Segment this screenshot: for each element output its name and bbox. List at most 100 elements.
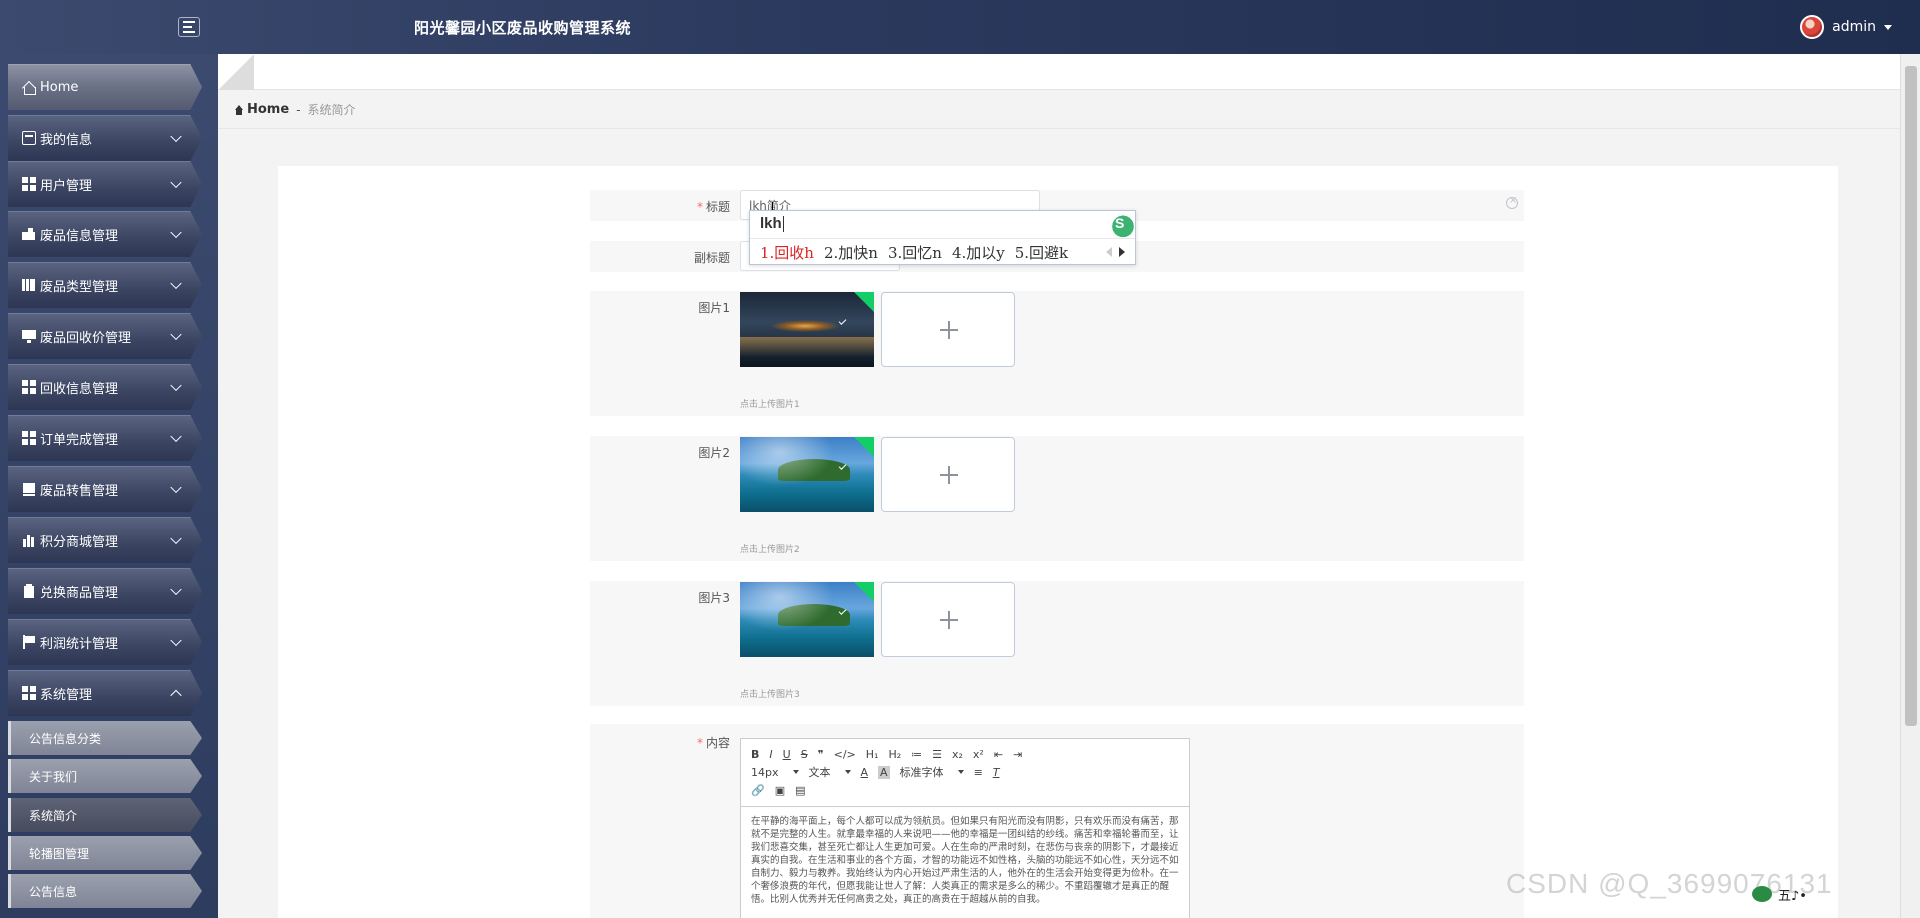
sidebar-item-label: 废品回收价管理 [40, 330, 132, 346]
chevron-down-icon [170, 277, 182, 290]
sidebar-subitem-label: 系统简介 [29, 808, 78, 823]
sidebar-subitem-carousel[interactable]: 轮播图管理 [8, 836, 202, 870]
sidebar-item-users[interactable]: 用户管理 [8, 161, 202, 207]
sidebar-subitem-label: 公告信息 [29, 884, 78, 899]
ime-composition: lkh [760, 215, 782, 232]
font-color-icon[interactable]: A [861, 766, 869, 779]
clipboard-icon [22, 584, 36, 598]
sidebar-item-resale[interactable]: 废品转售管理 [8, 466, 202, 512]
sidebar-item-profit-stats[interactable]: 利润统计管理 [8, 619, 202, 665]
video-icon[interactable]: ▤ [795, 784, 805, 797]
sidebar-item-orders[interactable]: 订单完成管理 [8, 415, 202, 461]
sogou-logo-icon [1105, 211, 1135, 239]
image3-thumbnail[interactable] [740, 582, 874, 657]
ime-candidate-popup[interactable]: lkh 1.回收h 2.加快n 3.回忆n 4.加以y 5.回避k [749, 210, 1136, 265]
sidebar: Home 我的信息 用户管理 废品信息管理 废品类型管理 废品回收价管理 回收信… [0, 54, 218, 918]
sidebar-item-label: 兑换商品管理 [40, 585, 119, 601]
ime-candidate[interactable]: 1.回收h [760, 242, 814, 263]
sidebar-item-exchange-goods[interactable]: 兑换商品管理 [8, 568, 202, 614]
code-button[interactable]: </> [834, 748, 856, 761]
underline-button[interactable]: U [783, 748, 791, 761]
page-scrollbar[interactable] [1900, 54, 1920, 918]
chevron-down-icon [170, 226, 182, 239]
ime-candidate[interactable]: 5.回避k [1015, 242, 1068, 263]
font-family-select[interactable]: 标准字体 [900, 764, 964, 780]
ime-divider [750, 238, 1135, 239]
sidebar-item-label: 废品信息管理 [40, 228, 119, 244]
menu-toggle-icon[interactable] [178, 17, 200, 37]
h1-button[interactable]: H₁ [866, 748, 879, 761]
clear-icon[interactable] [1506, 195, 1518, 209]
sidebar-item-points-mall[interactable]: 积分商城管理 [8, 517, 202, 563]
sidebar-item-recycle-price[interactable]: 废品回收价管理 [8, 313, 202, 359]
rich-text-editor[interactable]: B I U S ❞ </> H₁ H₂ ≔ ☰ x₂ x² ⇤ ⇥ 14px 文… [740, 738, 1190, 918]
image-icon[interactable]: ▣ [775, 784, 785, 797]
bold-button[interactable]: B [751, 748, 759, 761]
app-title: 阳光馨园小区废品收购管理系统 [414, 19, 632, 37]
subscript-button[interactable]: x₂ [952, 748, 963, 761]
image3-upload-button[interactable] [881, 582, 1015, 657]
breadcrumb-current: 系统简介 [307, 103, 356, 117]
sidebar-item-my-info[interactable]: 我的信息 [8, 115, 202, 161]
home-icon [234, 104, 244, 115]
sidebar-item-home[interactable]: Home [8, 64, 202, 110]
image1-upload-button[interactable] [881, 292, 1015, 367]
page-next-icon[interactable] [1119, 247, 1125, 257]
user-name: admin [1832, 19, 1876, 35]
font-size-select[interactable]: 14px [751, 766, 799, 779]
user-menu[interactable]: admin [1800, 15, 1892, 39]
paragraph-select[interactable]: 文本 [809, 764, 851, 780]
columns-icon [22, 278, 36, 292]
ime-candidate[interactable]: 4.加以y [952, 242, 1005, 263]
sidebar-item-label: 系统管理 [40, 687, 93, 703]
ime-tray[interactable]: 五♪• [1752, 884, 1900, 904]
scrollbar-thumb[interactable] [1905, 66, 1917, 726]
sidebar-item-waste-types[interactable]: 废品类型管理 [8, 262, 202, 308]
h2-button[interactable]: H₂ [888, 748, 901, 761]
superscript-button[interactable]: x² [973, 748, 984, 761]
sidebar-subitem-notice-category[interactable]: 公告信息分类 [8, 721, 202, 755]
outdent-button[interactable]: ⇤ [994, 748, 1003, 761]
grid-icon [22, 177, 36, 191]
bullet-list-button[interactable]: ☰ [932, 748, 942, 761]
ime-candidate[interactable]: 2.加快n [824, 242, 878, 263]
image2-thumbnail[interactable] [740, 437, 874, 512]
sidebar-item-system[interactable]: 系统管理 [8, 670, 202, 716]
breadcrumb-home[interactable]: Home [234, 102, 289, 117]
sidebar-item-recycle-info[interactable]: 回收信息管理 [8, 364, 202, 410]
sidebar-subitem-system-intro[interactable]: 系统简介 [8, 798, 202, 832]
breadcrumb-home-label: Home [247, 102, 290, 117]
italic-button[interactable]: I [769, 748, 772, 761]
image1-upload-tip: 点击上传图片1 [740, 400, 800, 410]
chevron-down-icon [170, 481, 182, 494]
strike-button[interactable]: S [801, 748, 808, 761]
form-row-image1: 图片1 [590, 291, 1524, 416]
quote-button[interactable]: ❞ [818, 748, 824, 761]
sidebar-item-label: 回收信息管理 [40, 381, 119, 397]
title-label: * 标题 [696, 200, 730, 214]
image2-upload-tip: 点击上传图片2 [740, 545, 800, 555]
ordered-list-button[interactable]: ≔ [911, 748, 922, 761]
breadcrumb: Home - 系统简介 [218, 91, 1900, 129]
sidebar-item-waste-info[interactable]: 废品信息管理 [8, 211, 202, 257]
link-icon[interactable]: 🔗 [751, 784, 765, 797]
indent-button[interactable]: ⇥ [1013, 748, 1022, 761]
background-color-icon[interactable]: A [878, 765, 890, 779]
ime-candidate[interactable]: 3.回忆n [888, 242, 942, 263]
sogou-tray-icon [1752, 886, 1772, 902]
ime-candidates: 1.回收h 2.加快n 3.回忆n 4.加以y 5.回避k [760, 242, 1068, 263]
sidebar-subitem-about-us[interactable]: 关于我们 [8, 759, 202, 793]
align-icon[interactable]: ≡ [974, 766, 983, 779]
bar-chart-icon [22, 533, 36, 547]
clear-format-icon[interactable]: T [993, 766, 1000, 779]
page-prev-icon[interactable] [1106, 247, 1112, 257]
editor-content[interactable]: 在平静的海平面上，每个人都可以成为领航员。但如果只有阳光而没有阴影，只有欢乐而没… [741, 807, 1189, 914]
chevron-down-icon [170, 634, 182, 647]
image3-label: 图片3 [698, 591, 730, 605]
sidebar-subitem-notices[interactable]: 公告信息 [8, 874, 202, 908]
caret-down-icon [1884, 24, 1892, 30]
editor-toolbar-row-1: B I U S ❞ </> H₁ H₂ ≔ ☰ x₂ x² ⇤ ⇥ [751, 745, 1179, 763]
chevron-down-icon [170, 379, 182, 392]
image2-upload-button[interactable] [881, 437, 1015, 512]
image1-thumbnail[interactable] [740, 292, 874, 367]
